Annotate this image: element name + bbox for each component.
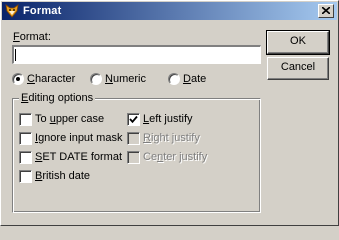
checkbox-upper-case-box[interactable] [19, 113, 32, 126]
close-button[interactable] [318, 4, 334, 18]
checkbox-left-justify-box[interactable] [127, 113, 140, 126]
checkbox-ignore-input-mask-label: Ignore input mask [35, 132, 123, 144]
radio-date-circle[interactable] [168, 73, 180, 85]
text-caret [15, 49, 16, 61]
checkbox-right-justify-box [127, 132, 140, 145]
ok-button[interactable]: OK [266, 30, 330, 55]
checkbox-upper-case-label: To upper case [35, 113, 105, 125]
checkbox-left-justify-label: Left justify [143, 113, 193, 125]
format-input[interactable] [12, 45, 261, 64]
editing-options-title: Editing options [19, 92, 96, 105]
checkbox-set-date-format-label: SET DATE format [35, 151, 123, 163]
checkbox-center-justify-box [127, 151, 140, 164]
title-bar[interactable]: Format [2, 2, 337, 20]
radio-date-label: Date [183, 73, 207, 85]
close-icon [321, 5, 331, 17]
window-title: Format [23, 5, 62, 17]
format-label: Format: [13, 31, 51, 43]
format-dialog: Format Format: OK Cancel Character Numer… [0, 0, 339, 226]
checkbox-ignore-input-mask-box[interactable] [19, 132, 32, 145]
radio-character-circle[interactable] [12, 73, 24, 85]
checkbox-british-date-box[interactable] [19, 170, 32, 183]
cancel-button[interactable]: Cancel [267, 57, 329, 80]
checkmark-icon [129, 115, 138, 124]
checkbox-center-justify-label: Center justify [143, 151, 208, 163]
checkbox-set-date-format-box[interactable] [19, 151, 32, 164]
checkbox-right-justify-label: Right justify [143, 132, 200, 144]
fox-icon [5, 4, 19, 18]
radio-numeric-circle[interactable] [90, 73, 102, 85]
radio-character-label: Character [27, 73, 76, 85]
radio-numeric-label: Numeric [105, 73, 146, 85]
radio-selected-dot [16, 77, 20, 81]
checkbox-british-date-label: British date [35, 170, 91, 182]
